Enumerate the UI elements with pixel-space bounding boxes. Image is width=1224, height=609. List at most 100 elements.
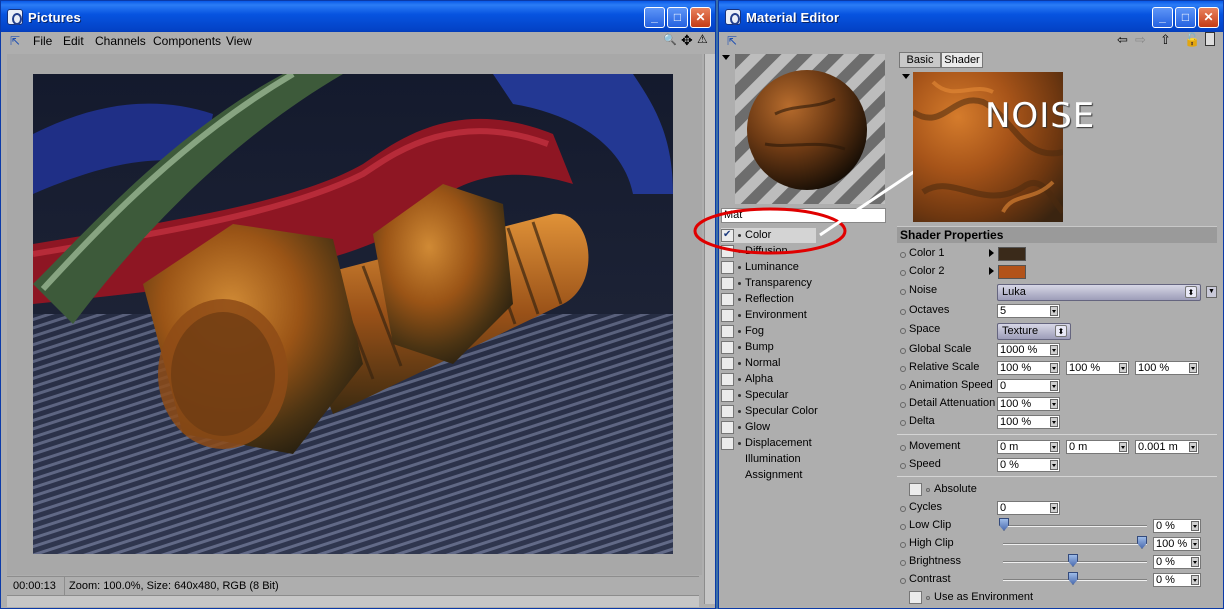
spin-arrows-icon[interactable]: [1050, 399, 1058, 409]
preview-menu-arrow[interactable]: [722, 55, 730, 63]
channel-checkbox[interactable]: [721, 325, 734, 338]
channel-item-luminance[interactable]: Luminance: [721, 260, 841, 275]
spin-arrows-icon[interactable]: [1050, 381, 1058, 391]
channel-item-glow[interactable]: Glow: [721, 420, 841, 435]
space-dropdown[interactable]: Texture ⬍: [997, 323, 1071, 340]
pictures-titlebar[interactable]: Pictures _ □ ✕: [1, 1, 715, 34]
animation-speed-input[interactable]: 0: [997, 379, 1060, 393]
horizontal-scrollbar[interactable]: [7, 595, 699, 607]
channel-checkbox[interactable]: [721, 357, 734, 370]
channel-item-transparency[interactable]: Transparency: [721, 276, 841, 291]
spin-arrows-icon[interactable]: [1050, 442, 1058, 452]
spin-arrows-icon[interactable]: [1189, 363, 1197, 373]
spin-arrows-icon[interactable]: [1191, 557, 1199, 567]
minimize-button[interactable]: _: [644, 7, 665, 28]
cycles-input[interactable]: 0: [997, 501, 1060, 515]
channel-item-assignment[interactable]: Assignment: [721, 468, 841, 483]
channel-item-reflection[interactable]: Reflection: [721, 292, 841, 307]
channel-item-bump[interactable]: Bump: [721, 340, 841, 355]
use-env-checkbox[interactable]: [909, 591, 922, 604]
channel-item-displacement[interactable]: Displacement: [721, 436, 841, 451]
zoom-icon[interactable]: 🔍: [663, 33, 677, 46]
channel-checkbox[interactable]: [721, 389, 734, 402]
channel-checkbox[interactable]: [721, 293, 734, 306]
channel-item-environment[interactable]: Environment: [721, 308, 841, 323]
relative-scale-y-input[interactable]: 100 %: [1066, 361, 1129, 375]
layout-icon[interactable]: [1205, 32, 1215, 46]
movement-z-input[interactable]: 0.001 m: [1135, 440, 1199, 454]
material-titlebar[interactable]: Material Editor _ □ ✕: [719, 1, 1223, 34]
low-clip-slider[interactable]: [999, 518, 1009, 531]
detail-attenuation-input[interactable]: 100 %: [997, 397, 1060, 411]
noise-browse-icon[interactable]: ▼: [1206, 286, 1217, 298]
move-icon[interactable]: ✥: [681, 32, 693, 49]
channel-item-specular-color[interactable]: Specular Color: [721, 404, 841, 419]
spin-arrows-icon[interactable]: [1050, 345, 1058, 355]
high-clip-track[interactable]: [1003, 543, 1147, 545]
high-clip-slider[interactable]: [1137, 536, 1147, 549]
noise-dropdown[interactable]: Luka ⬍: [997, 284, 1201, 301]
spin-arrows-icon[interactable]: [1050, 503, 1058, 513]
color2-swatch[interactable]: [998, 265, 1026, 279]
spin-arrows-icon[interactable]: [1050, 363, 1058, 373]
lock-icon[interactable]: 🔓: [1184, 32, 1200, 48]
channel-checkbox[interactable]: [721, 405, 734, 418]
menu-edit[interactable]: Edit: [63, 34, 84, 48]
menu-file[interactable]: File: [33, 34, 52, 48]
warning-icon[interactable]: ⚠: [697, 32, 708, 46]
spin-arrows-icon[interactable]: [1189, 442, 1197, 452]
menu-channels[interactable]: Channels: [95, 34, 146, 48]
expand-arrow-icon[interactable]: [989, 267, 994, 275]
menu-view[interactable]: View: [226, 34, 252, 48]
channel-checkbox[interactable]: [721, 261, 734, 274]
channel-checkbox[interactable]: [721, 309, 734, 322]
color1-swatch[interactable]: [998, 247, 1026, 261]
forward-arrow-icon[interactable]: ⇨: [1135, 32, 1146, 48]
channel-checkbox[interactable]: [721, 373, 734, 386]
channel-item-illumination[interactable]: Illumination: [721, 452, 841, 467]
global-scale-input[interactable]: 1000 %: [997, 343, 1060, 357]
close-button[interactable]: ✕: [690, 7, 711, 28]
channel-checkbox[interactable]: [721, 341, 734, 354]
spin-arrows-icon[interactable]: [1191, 539, 1199, 549]
maximize-button[interactable]: □: [1175, 7, 1196, 28]
relative-scale-x-input[interactable]: 100 %: [997, 361, 1060, 375]
tab-shader[interactable]: Shader: [941, 52, 983, 68]
spin-arrows-icon[interactable]: [1191, 575, 1199, 585]
minimize-button[interactable]: _: [1152, 7, 1173, 28]
channel-checkbox[interactable]: [721, 277, 734, 290]
contrast-input[interactable]: 0 %: [1153, 573, 1201, 587]
pin-icon[interactable]: ⇱: [727, 34, 737, 48]
channel-item-specular[interactable]: Specular: [721, 388, 841, 403]
channel-item-alpha[interactable]: Alpha: [721, 372, 841, 387]
low-clip-track[interactable]: [1003, 525, 1147, 527]
spin-arrows-icon[interactable]: [1050, 306, 1058, 316]
pin-icon[interactable]: ⇱: [10, 34, 20, 48]
spin-arrows-icon[interactable]: [1050, 460, 1058, 470]
channel-checkbox[interactable]: [721, 421, 734, 434]
channel-item-fog[interactable]: Fog: [721, 324, 841, 339]
channel-item-normal[interactable]: Normal: [721, 356, 841, 371]
octaves-input[interactable]: 5: [997, 304, 1060, 318]
menu-components[interactable]: Components: [153, 34, 221, 48]
high-clip-input[interactable]: 100 %: [1153, 537, 1201, 551]
up-arrow-icon[interactable]: ⇧: [1160, 32, 1171, 48]
delta-input[interactable]: 100 %: [997, 415, 1060, 429]
speed-input[interactable]: 0 %: [997, 458, 1060, 472]
channel-checkbox[interactable]: [721, 437, 734, 450]
shader-preview-arrow[interactable]: [902, 74, 910, 82]
spin-arrows-icon[interactable]: [1050, 417, 1058, 427]
brightness-slider[interactable]: [1068, 554, 1078, 567]
spin-arrows-icon[interactable]: [1119, 363, 1127, 373]
spin-arrows-icon[interactable]: [1119, 442, 1127, 452]
movement-x-input[interactable]: 0 m: [997, 440, 1060, 454]
contrast-slider[interactable]: [1068, 572, 1078, 585]
back-arrow-icon[interactable]: ⇦: [1117, 32, 1128, 48]
tab-basic[interactable]: Basic: [899, 52, 941, 68]
absolute-checkbox[interactable]: [909, 483, 922, 496]
close-button[interactable]: ✕: [1198, 7, 1219, 28]
maximize-button[interactable]: □: [667, 7, 688, 28]
spin-arrows-icon[interactable]: [1191, 521, 1199, 531]
movement-y-input[interactable]: 0 m: [1066, 440, 1129, 454]
low-clip-input[interactable]: 0 %: [1153, 519, 1201, 533]
